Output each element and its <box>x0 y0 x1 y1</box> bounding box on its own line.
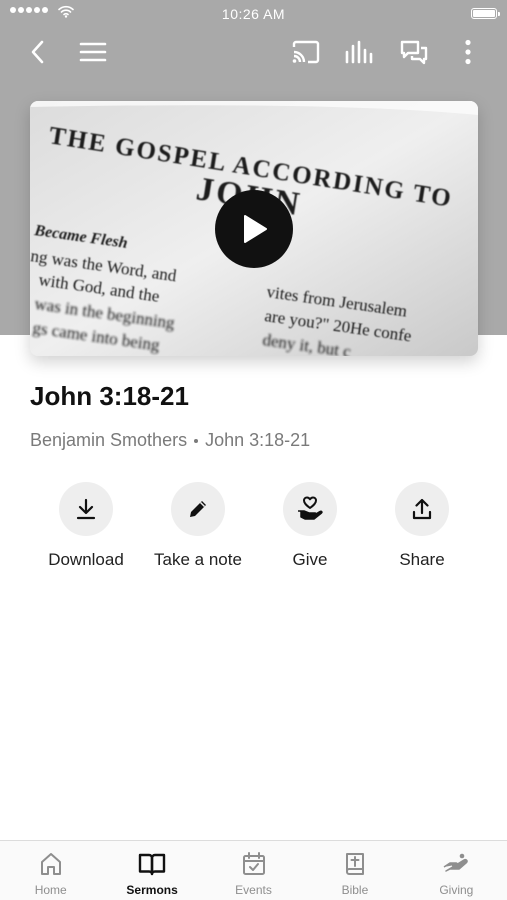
play-button[interactable] <box>215 190 293 268</box>
sermon-video[interactable]: THE GOSPEL ACCORDING TO JOHN Became Fles… <box>30 101 478 356</box>
download-icon <box>76 498 96 520</box>
bible-icon <box>345 853 364 875</box>
download-label: Download <box>48 550 124 569</box>
pencil-icon <box>190 501 206 517</box>
share-label: Share <box>399 550 445 569</box>
take-note-label: Take a note <box>154 550 242 569</box>
sermon-title: John 3:18-21 <box>30 381 189 411</box>
home-icon <box>40 853 61 875</box>
share-icon <box>412 498 432 520</box>
cast-icon <box>292 40 320 64</box>
download-action[interactable]: Download <box>30 482 142 570</box>
take-note-button[interactable] <box>171 482 225 536</box>
tab-sermons[interactable]: Sermons <box>101 841 202 900</box>
share-action[interactable]: Share <box>366 482 478 570</box>
play-icon <box>244 215 267 243</box>
share-button[interactable] <box>395 482 449 536</box>
more-vertical-icon <box>465 39 471 65</box>
download-button[interactable] <box>59 482 113 536</box>
status-bar: 10:26 AM <box>0 0 507 28</box>
sermon-passage: John 3:18-21 <box>205 430 311 450</box>
tab-home-label: Home <box>34 883 67 897</box>
sermon-actions: Download Take a note Give Share <box>30 482 478 570</box>
equalizer-icon <box>345 40 373 64</box>
give-button[interactable] <box>283 482 337 536</box>
tab-sermons-label: Sermons <box>126 883 178 897</box>
tab-bible-label: Bible <box>341 883 369 897</box>
giving-hand-icon <box>443 853 469 872</box>
chat-icon <box>400 40 428 65</box>
tab-giving-label: Giving <box>439 883 474 897</box>
chat-button[interactable] <box>398 36 430 68</box>
bottom-tab-bar: Home Sermons Events Bible Giving <box>0 840 507 900</box>
tab-events[interactable]: Events <box>203 841 304 900</box>
give-label: Give <box>292 550 328 569</box>
sermon-speaker: Benjamin Smothers <box>30 430 188 450</box>
separator-dot <box>194 438 199 443</box>
battery-icon <box>471 8 500 19</box>
menu-button[interactable] <box>77 36 109 68</box>
tab-giving[interactable]: Giving <box>406 841 507 900</box>
book-open-icon <box>138 853 166 876</box>
sermon-meta: Benjamin Smothers John 3:18-21 <box>30 430 310 451</box>
audio-button[interactable] <box>344 36 376 68</box>
cast-button[interactable] <box>290 36 322 68</box>
chevron-left-icon <box>31 40 44 64</box>
give-heart-hand-icon <box>298 496 323 520</box>
tab-home[interactable]: Home <box>0 841 101 900</box>
give-action[interactable]: Give <box>254 482 366 570</box>
status-time: 10:26 AM <box>221 6 286 22</box>
take-note-action[interactable]: Take a note <box>142 482 254 570</box>
tab-bible[interactable]: Bible <box>304 841 405 900</box>
more-button[interactable] <box>452 36 484 68</box>
back-button[interactable] <box>22 36 54 68</box>
menu-icon <box>79 42 107 62</box>
calendar-icon <box>242 852 265 875</box>
tab-events-label: Events <box>235 883 272 897</box>
